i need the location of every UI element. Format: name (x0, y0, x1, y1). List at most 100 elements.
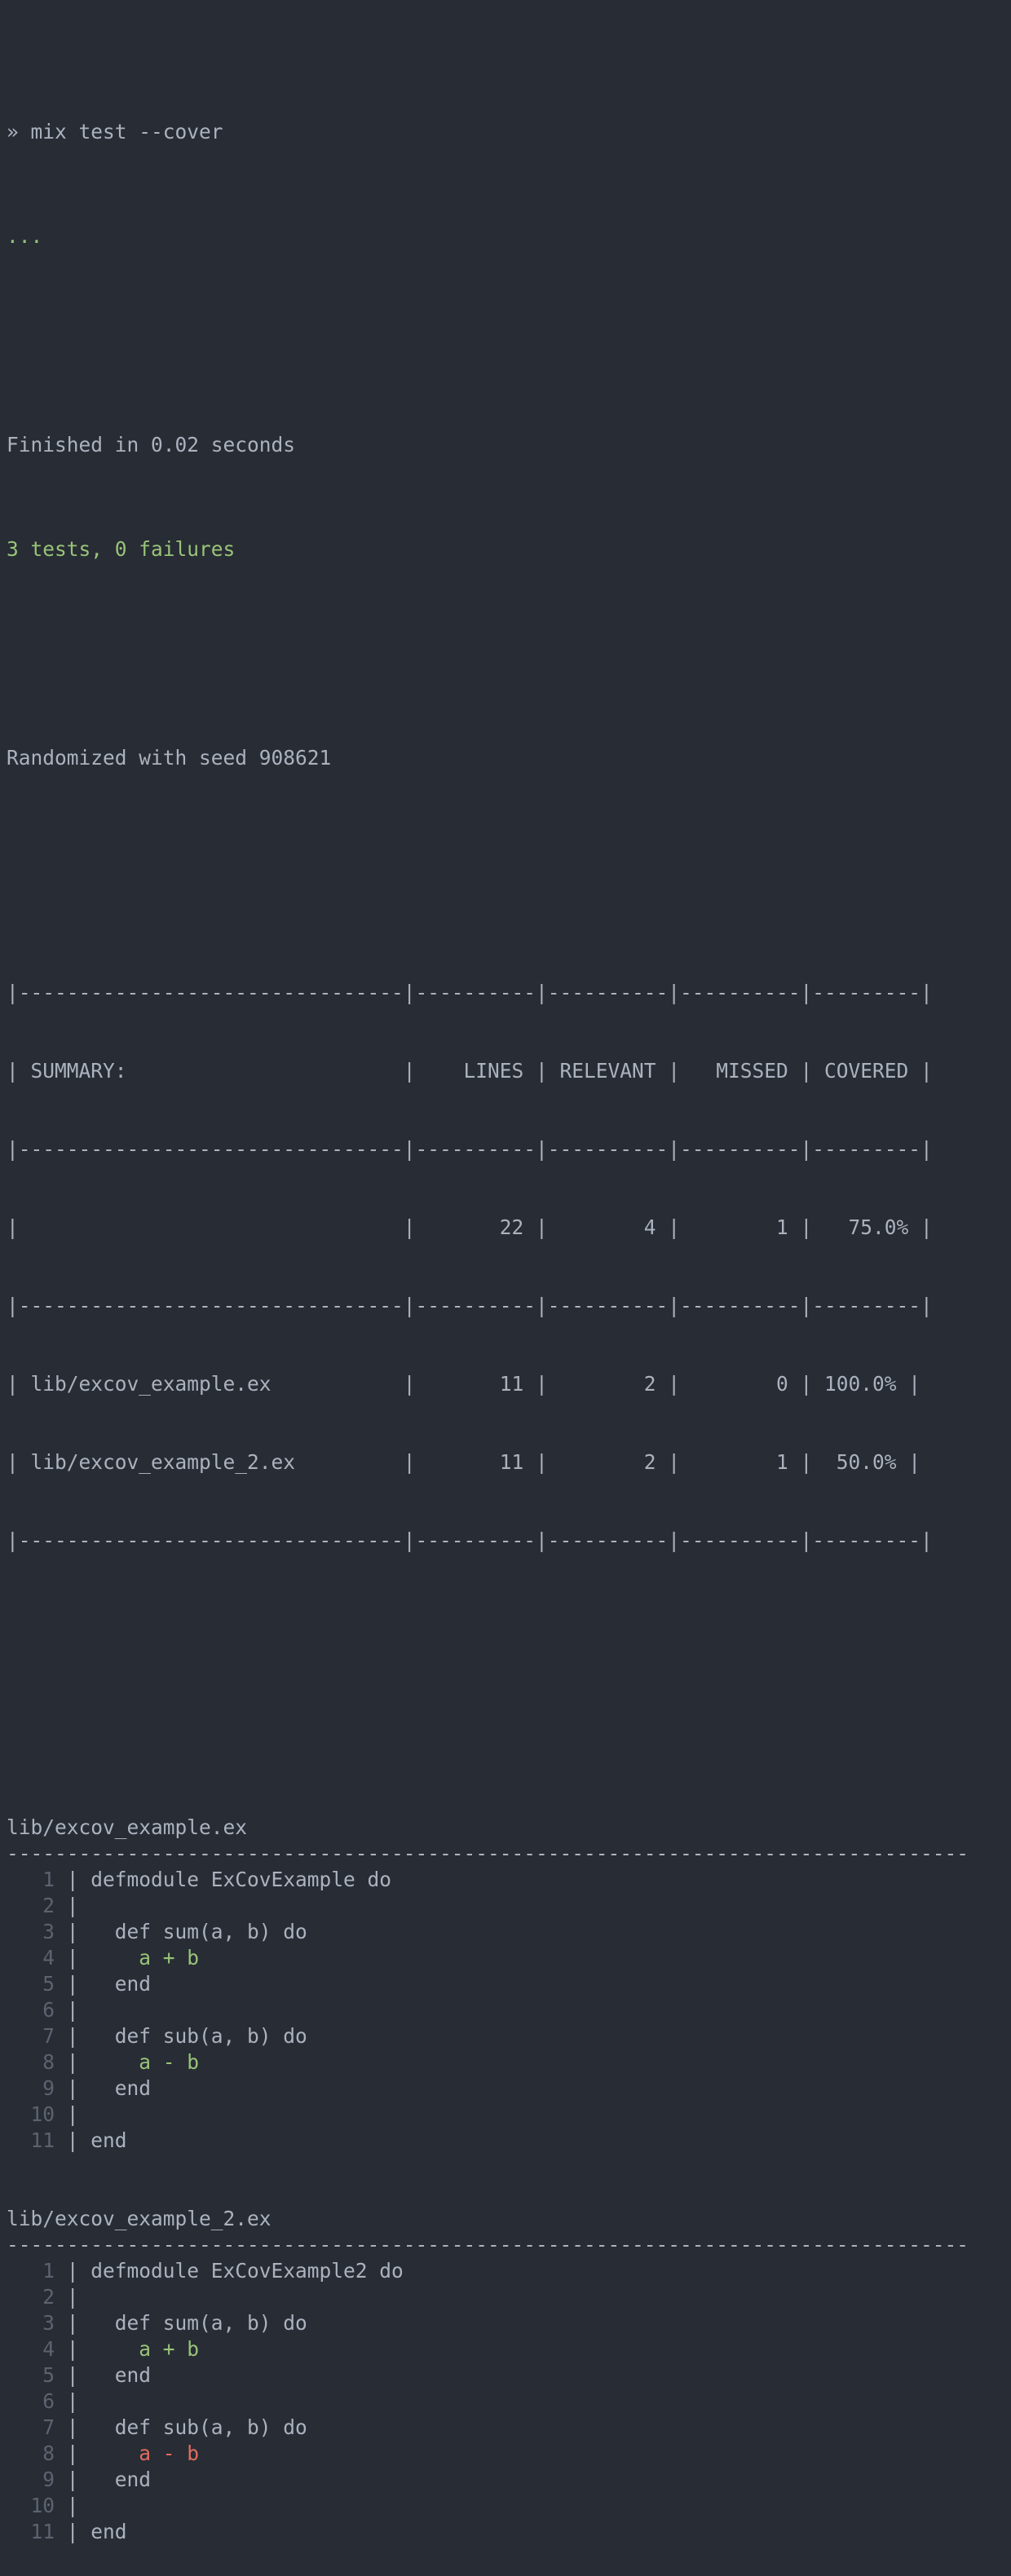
code-line: 1 | defmodule ExCovExample2 do (7, 2258, 1011, 2284)
gutter-pipe-icon: | (55, 2494, 91, 2517)
line-number: 10 (7, 2494, 55, 2517)
gutter-pipe-icon: | (55, 1868, 91, 1891)
code-text: a - b (91, 2050, 200, 2074)
code-line: 2 | (7, 2284, 1011, 2310)
gutter-pipe-icon: | (55, 2520, 91, 2543)
gutter-pipe-icon: | (55, 1972, 91, 1996)
code-text: def sum(a, b) do (91, 2311, 307, 2335)
code-text: def sub(a, b) do (91, 2024, 307, 2048)
code-line: 11 | end (7, 2519, 1011, 2545)
code-text: def sum(a, b) do (91, 1920, 307, 1943)
gutter-pipe-icon: | (55, 1894, 91, 1917)
gutter-pipe-icon: | (55, 2415, 91, 2439)
code-line: 4 | a + b (7, 2336, 1011, 2362)
code-text: a - b (91, 2441, 200, 2465)
file-section-rule: ----------------------------------------… (7, 2233, 969, 2256)
line-number: 5 (7, 2363, 55, 2387)
code-line: 5 | end (7, 2362, 1011, 2389)
line-number: 7 (7, 2415, 55, 2439)
code-line: 5 | end (7, 1971, 1011, 1997)
line-number: 10 (7, 2102, 55, 2126)
code-line: 1 | defmodule ExCovExample do (7, 1867, 1011, 1893)
line-number: 9 (7, 2468, 55, 2491)
gutter-pipe-icon: | (55, 2259, 91, 2283)
line-number: 4 (7, 1946, 55, 1969)
code-text: end (91, 2076, 152, 2100)
gutter-pipe-icon: | (55, 2024, 91, 2048)
code-line: 9 | end (7, 2075, 1011, 2102)
code-line: 7 | def sub(a, b) do (7, 2415, 1011, 2441)
terminal-output: » mix test --cover ... Finished in 0.02 … (0, 0, 1011, 2576)
code-line: 3 | def sum(a, b) do (7, 2310, 1011, 2336)
file-coverage-block: lib/excov_example.ex --------------------… (7, 1815, 1011, 2154)
code-text: end (91, 2363, 152, 2387)
table-border-top: |--------------------------------|------… (7, 981, 933, 1004)
code-line: 8 | a - b (7, 2441, 1011, 2467)
code-text: def sub(a, b) do (91, 2415, 307, 2439)
table-row: | lib/excov_example.ex | 11 | 2 | 0 | 10… (7, 1372, 921, 1396)
line-number: 11 (7, 2520, 55, 2543)
code-text: end (91, 2128, 127, 2152)
code-text: end (91, 2520, 127, 2543)
ellipsis-line: ... (7, 223, 1011, 249)
seed-text: Randomized with seed 908621 (7, 746, 332, 770)
code-text: defmodule ExCovExample2 do (91, 2259, 404, 2283)
prompt-symbol: » (7, 120, 19, 143)
code-line: 4 | a + b (7, 1945, 1011, 1971)
code-line: 11 | end (7, 2128, 1011, 2154)
code-text: defmodule ExCovExample do (91, 1868, 392, 1891)
table-header-row: | SUMMARY: | LINES | RELEVANT | MISSED |… (7, 1059, 933, 1083)
code-line: 6 | (7, 1997, 1011, 2023)
table-row: | lib/excov_example_2.ex | 11 | 2 | 1 | … (7, 1450, 921, 1474)
line-number: 7 (7, 2024, 55, 2048)
results-line: 3 tests, 0 failures (7, 536, 1011, 562)
seed-line: Randomized with seed 908621 (7, 745, 1011, 771)
gutter-pipe-icon: | (55, 2363, 91, 2387)
code-line: 10 | (7, 2102, 1011, 2128)
gutter-pipe-icon: | (55, 2337, 91, 2361)
line-number: 9 (7, 2076, 55, 2100)
gutter-pipe-icon: | (55, 2102, 91, 2126)
gutter-pipe-icon: | (55, 2468, 91, 2491)
file-section-rule: ----------------------------------------… (7, 1842, 969, 1865)
code-line: 3 | def sum(a, b) do (7, 1919, 1011, 1945)
finished-text: Finished in 0.02 seconds (7, 433, 296, 457)
line-number: 8 (7, 2441, 55, 2465)
table-border-mid-1: |--------------------------------|------… (7, 1137, 933, 1161)
line-number: 3 (7, 1920, 55, 1943)
code-text: a + b (91, 1946, 200, 1969)
gutter-pipe-icon: | (55, 2441, 91, 2465)
code-text: a + b (91, 2337, 200, 2361)
gutter-pipe-icon: | (55, 1998, 91, 2022)
line-number: 1 (7, 1868, 55, 1891)
line-number: 6 (7, 1998, 55, 2022)
gutter-pipe-icon: | (55, 2311, 91, 2335)
table-border-mid-2: |--------------------------------|------… (7, 1294, 933, 1317)
file-path-heading: lib/excov_example_2.ex (7, 2207, 272, 2230)
code-line: 7 | def sub(a, b) do (7, 2023, 1011, 2049)
gutter-pipe-icon: | (55, 2128, 91, 2152)
file-path-heading: lib/excov_example.ex (7, 1815, 248, 1839)
file-coverage-sections: lib/excov_example.ex --------------------… (7, 1815, 1011, 2545)
gutter-pipe-icon: | (55, 2050, 91, 2074)
line-number: 2 (7, 1894, 55, 1917)
table-total-row: | | 22 | 4 | 1 | 75.0% | (7, 1215, 933, 1239)
gutter-pipe-icon: | (55, 2076, 91, 2100)
ellipsis-text: ... (7, 224, 43, 248)
line-number: 6 (7, 2389, 55, 2413)
code-line: 2 | (7, 1893, 1011, 1919)
code-text: end (91, 1972, 152, 1996)
gutter-pipe-icon: | (55, 1946, 91, 1969)
command-text: mix test --cover (30, 120, 223, 143)
code-line: 10 | (7, 2493, 1011, 2519)
command-line: » mix test --cover (7, 119, 1011, 145)
gutter-pipe-icon: | (55, 2285, 91, 2309)
code-line: 8 | a - b (7, 2049, 1011, 2075)
file-coverage-block: lib/excov_example_2.ex ------------------… (7, 2206, 1011, 2545)
line-number: 5 (7, 1972, 55, 1996)
